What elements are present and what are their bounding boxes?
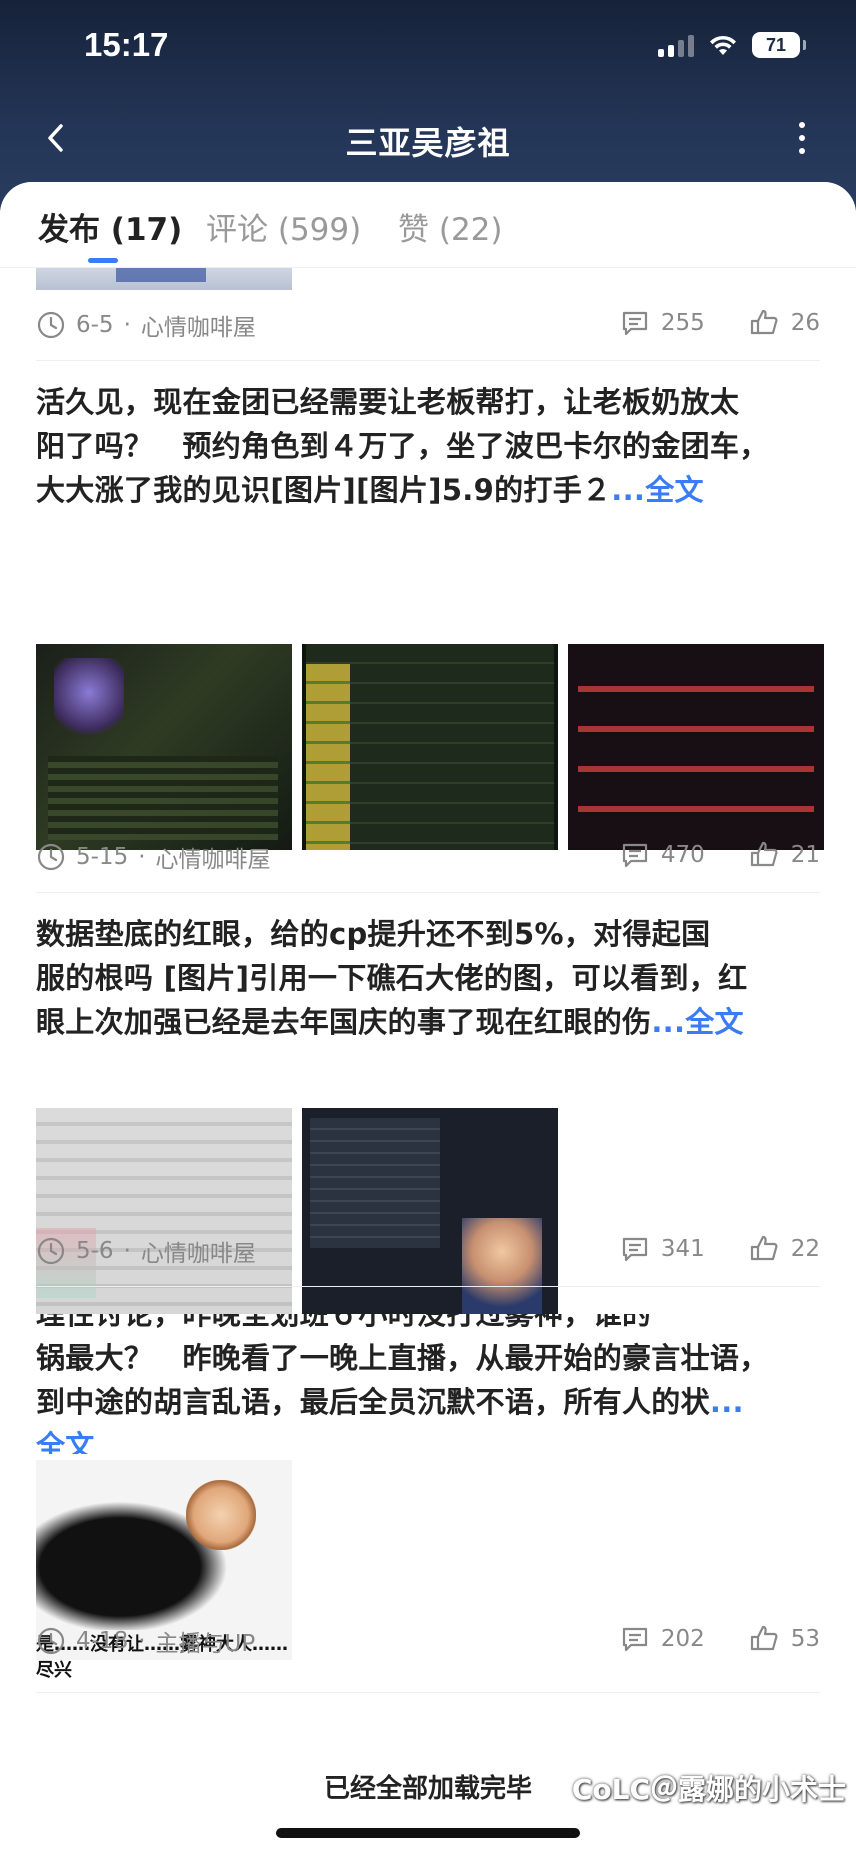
post-date: 5-6 (76, 1238, 114, 1264)
clock-icon (37, 843, 65, 871)
meta-separator: · (138, 844, 146, 870)
post-text-line: 活久见，现在金团已经需要让老板帮打，让老板奶放太 (36, 385, 740, 419)
page-title: 三亚吴彦祖 (345, 124, 511, 162)
post-source[interactable]: 心情咖啡屋 (141, 308, 256, 342)
post-text-line: 服的根吗 [图片]引用一下礁石大佬的图，可以看到，红 (36, 961, 748, 995)
thumbs-up-icon (750, 1625, 778, 1651)
post-divider (36, 892, 820, 893)
post-images (36, 1108, 558, 1314)
post-text-line: 理性讨论，昨晚全划班６小时没打过雾神，谁的 (36, 1314, 652, 1331)
post-divider (36, 360, 820, 361)
meta-separator: · (123, 1238, 131, 1264)
watermark: CoLC＠露娜的小术士 (571, 1773, 846, 1806)
more-options-button[interactable] (792, 118, 812, 158)
post-date: 4-18 (76, 1628, 129, 1654)
signal-icon (658, 33, 694, 57)
active-tab-indicator (88, 258, 118, 263)
meta-separator: · (138, 1628, 146, 1654)
clock-icon (37, 311, 65, 339)
like-count: 53 (790, 1626, 820, 1652)
post-text-line: 大大涨了我的见识[图片][图片]5.9的打手２...全文 (36, 473, 704, 507)
tab-posts[interactable]: 发布 (17) (38, 204, 182, 249)
post-image[interactable] (36, 644, 292, 850)
comment-button[interactable]: 202 (621, 1625, 705, 1653)
like-count: 21 (790, 842, 820, 868)
comment-count: 470 (660, 842, 705, 868)
read-more-link[interactable]: ...全文 (611, 473, 704, 507)
post-text[interactable]: 数据垫底的红眼，给的cp提升还不到5%，对得起国 服的根吗 [图片]引用一下礁石… (36, 912, 826, 1044)
post-meta: 5-6 · 心情咖啡屋 341 22 (36, 1230, 820, 1270)
post-source[interactable]: 主播与UP (156, 1624, 256, 1658)
post-text-line: 数据垫底的红眼，给的cp提升还不到5%，对得起国 (36, 917, 711, 951)
thumbs-up-icon (750, 841, 778, 867)
like-button[interactable]: 21 (749, 840, 820, 870)
post-list: 6-5 · 心情咖啡屋 255 26 活久见，现在金团已经需要让老板帮打，让老板… (0, 268, 856, 1852)
post-text-line: 眼上次加强已经是去年国庆的事了现在红眼的伤...全文 (36, 1005, 744, 1039)
tab-bar: 发布 (17) 评论 (599) 赞 (22) (0, 182, 856, 268)
post-image[interactable] (36, 1108, 292, 1314)
post-divider (36, 1692, 820, 1693)
comment-button[interactable]: 255 (621, 309, 705, 337)
post-images (36, 644, 824, 850)
comment-icon (622, 1627, 647, 1652)
post-images (36, 1460, 292, 1630)
meta-separator: · (123, 312, 131, 338)
tab-likes[interactable]: 赞 (22) (398, 204, 503, 249)
like-count: 26 (790, 310, 820, 336)
post-text-line: 阳了吗？ 预约角色到４万了，坐了波巴卡尔的金团车， (36, 429, 769, 463)
comment-count: 341 (660, 1236, 705, 1262)
comment-button[interactable]: 470 (621, 841, 705, 869)
post-text[interactable]: 活久见，现在金团已经需要让老板帮打，让老板奶放太 阳了吗？ 预约角色到４万了，坐… (36, 380, 826, 512)
post-meta: 4-18 · 主播与UP 202 53 (36, 1624, 820, 1664)
comment-icon (622, 843, 647, 868)
comment-icon (622, 1237, 647, 1262)
read-more-ellipsis[interactable]: ... (710, 1385, 744, 1419)
post-image[interactable] (302, 1108, 558, 1314)
comment-button[interactable]: 341 (621, 1235, 705, 1263)
post-text[interactable]: 理性讨论，昨晚全划班６小时没打过雾神，谁的 锅最大？ 昨晚看了一晚上直播，从最开… (36, 1314, 826, 1454)
post-meta: 6-5 · 心情咖啡屋 255 26 (36, 304, 820, 344)
status-icons: 71 (658, 32, 806, 58)
comment-count: 202 (660, 1626, 705, 1652)
status-bar: 15:17 71 (0, 0, 856, 100)
like-button[interactable]: 22 (749, 1234, 820, 1264)
post-image-thumbnail[interactable] (36, 268, 292, 290)
battery-icon: 71 (752, 32, 806, 58)
more-dot-icon (799, 122, 805, 128)
like-button[interactable]: 53 (749, 1624, 820, 1654)
post-divider (36, 1286, 820, 1287)
thumbs-up-icon (750, 1235, 778, 1261)
post-text-line: 到中途的胡言乱语，最后全员沉默不语，所有人的状... (36, 1385, 744, 1419)
like-count: 22 (790, 1236, 820, 1262)
post-source[interactable]: 心情咖啡屋 (141, 1234, 256, 1268)
post-date: 5-15 (76, 844, 129, 870)
comment-count: 255 (660, 310, 705, 336)
comment-icon (622, 311, 647, 336)
post-source[interactable]: 心情咖啡屋 (156, 840, 271, 874)
profile-sheet: 发布 (17) 评论 (599) 赞 (22) 6-5 · 心情咖啡屋 255 … (0, 182, 856, 1852)
nav-bar: 三亚吴彦祖 (0, 104, 856, 174)
clock-icon (37, 1627, 65, 1655)
clock-icon (37, 1237, 65, 1265)
thumbs-up-icon (750, 309, 778, 335)
post-image[interactable] (568, 644, 824, 850)
wifi-icon (710, 35, 736, 55)
like-button[interactable]: 26 (749, 308, 820, 338)
tab-comments[interactable]: 评论 (599) (206, 204, 361, 249)
status-time: 15:17 (84, 26, 169, 63)
post-text-line: 锅最大？ 昨晚看了一晚上直播，从最开始的豪言壮语， (36, 1341, 769, 1375)
read-more-link[interactable]: ...全文 (651, 1005, 744, 1039)
post-date: 6-5 (76, 312, 114, 338)
post-image[interactable] (36, 1460, 292, 1630)
post-meta: 5-15 · 心情咖啡屋 470 21 (36, 836, 820, 876)
home-indicator[interactable] (276, 1828, 580, 1838)
read-more-link[interactable]: 全文 (36, 1429, 95, 1454)
post-text-line: 全文 (36, 1424, 826, 1454)
post-image[interactable] (302, 644, 558, 850)
